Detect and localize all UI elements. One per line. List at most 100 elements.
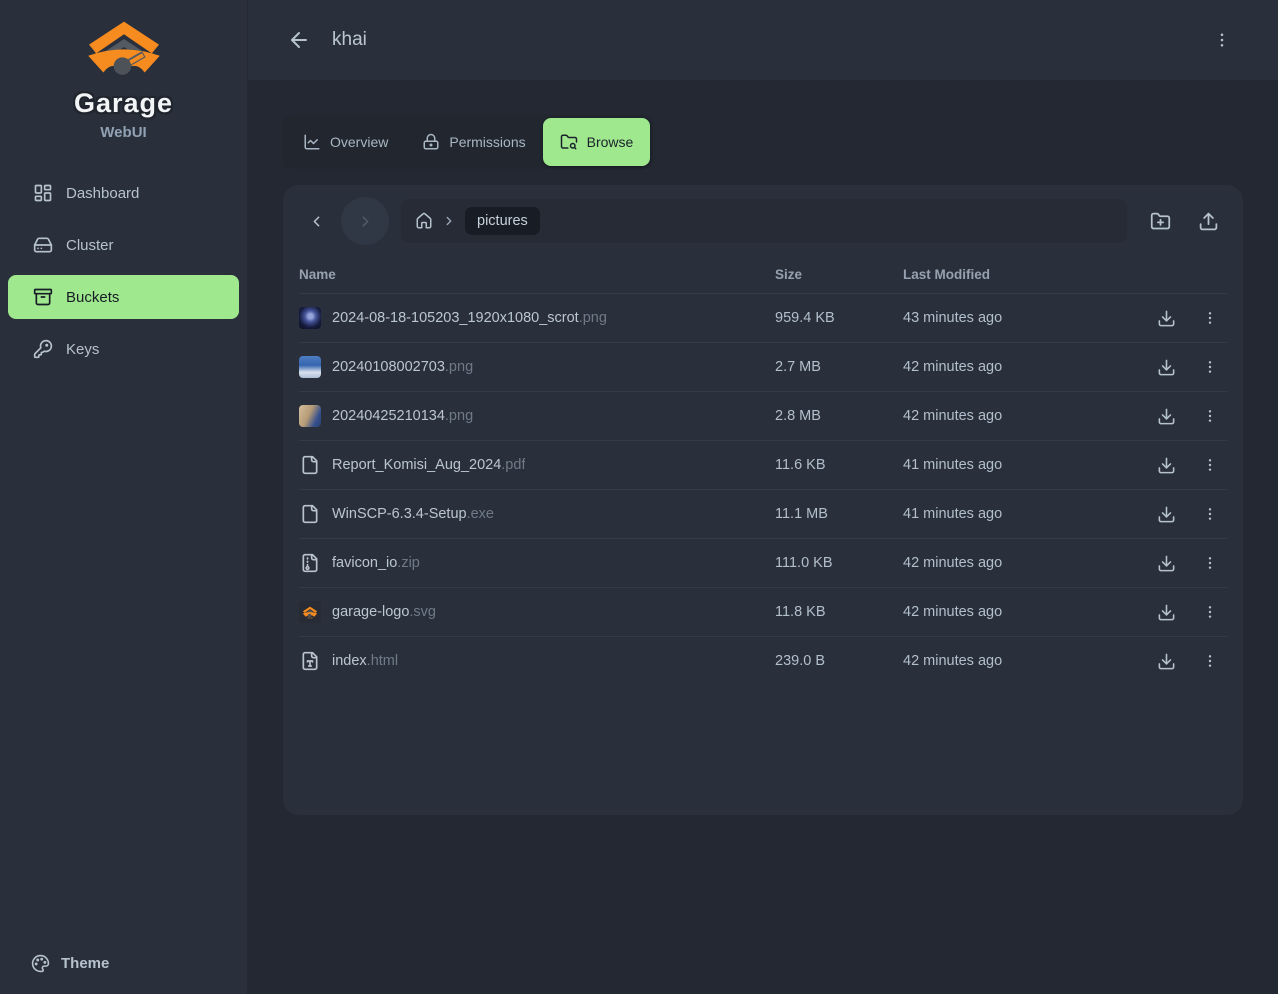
download-button[interactable] (1151, 303, 1181, 333)
file-name-wrap[interactable]: index.html (332, 653, 398, 669)
dashboard-icon (33, 183, 53, 203)
download-button[interactable] (1151, 597, 1181, 627)
tab-permissions[interactable]: Permissions (405, 118, 542, 166)
new-folder-button[interactable] (1141, 202, 1179, 240)
row-actions (1127, 597, 1227, 627)
sidebar-item-label: Cluster (66, 237, 114, 254)
row-menu-button[interactable] (1195, 303, 1225, 333)
upload-icon (1198, 211, 1219, 232)
file-name-cell: index.html (299, 650, 775, 672)
download-icon (1157, 554, 1176, 573)
breadcrumb-folder-chip[interactable]: pictures (465, 207, 540, 235)
table-row[interactable]: Garage garage-logo.svg 11.8 KB 42 minute… (299, 587, 1227, 636)
sidebar-nav: Dashboard Cluster Buckets Keys (0, 171, 247, 371)
home-icon[interactable] (415, 212, 433, 230)
file-name-cell: 20240108002703.png (299, 356, 775, 378)
file-icon-slot (299, 405, 321, 427)
row-menu-button[interactable] (1195, 450, 1225, 480)
file-icon-slot (299, 307, 321, 329)
row-actions (1127, 450, 1227, 480)
download-button[interactable] (1151, 499, 1181, 529)
download-button[interactable] (1151, 548, 1181, 578)
file-table: Name Size Last Modified 2024-08-18-10520… (299, 255, 1227, 685)
file-name-wrap[interactable]: garage-logo.svg (332, 604, 436, 620)
upload-button[interactable] (1189, 202, 1227, 240)
file-modified: 43 minutes ago (903, 310, 1127, 326)
download-button[interactable] (1151, 450, 1181, 480)
file-name-wrap[interactable]: 2024-08-18-105203_1920x1080_scrot.png (332, 310, 607, 326)
file-name-cell: WinSCP-6.3.4-Setup.exe (299, 503, 775, 525)
table-row[interactable]: WinSCP-6.3.4-Setup.exe 11.1 MB 41 minute… (299, 489, 1227, 538)
file-ext: .html (367, 653, 398, 669)
theme-label: Theme (61, 955, 109, 972)
row-menu-button[interactable] (1195, 597, 1225, 627)
table-row[interactable]: favicon_io.zip 111.0 KB 42 minutes ago (299, 538, 1227, 587)
file-name[interactable]: 20240425210134 (332, 408, 445, 424)
file-name[interactable]: favicon_io (332, 555, 397, 571)
tab-browse[interactable]: Browse (543, 118, 651, 166)
back-button[interactable] (283, 24, 315, 56)
sidebar-item-dashboard[interactable]: Dashboard (8, 171, 239, 215)
file-ext: .png (445, 408, 473, 424)
file-name-wrap[interactable]: favicon_io.zip (332, 555, 420, 571)
table-row[interactable]: Report_Komisi_Aug_2024.pdf 11.6 KB 41 mi… (299, 440, 1227, 489)
sidebar-item-buckets[interactable]: Buckets (8, 275, 239, 319)
download-button[interactable] (1151, 401, 1181, 431)
file-modified: 42 minutes ago (903, 359, 1127, 375)
sidebar-item-keys[interactable]: Keys (8, 327, 239, 371)
file-name[interactable]: garage-logo (332, 604, 409, 620)
main-area: khai Overview Permissions Browse (248, 0, 1278, 994)
file-modified: 42 minutes ago (903, 555, 1127, 571)
file-name-cell: favicon_io.zip (299, 552, 775, 574)
file-ext: .zip (397, 555, 420, 571)
theme-button[interactable]: Theme (0, 933, 247, 994)
app-subtitle: WebUI (0, 124, 247, 141)
tab-label: Browse (587, 134, 634, 150)
file-size: 2.7 MB (775, 359, 903, 375)
file-size: 959.4 KB (775, 310, 903, 326)
download-button[interactable] (1151, 352, 1181, 382)
row-menu-button[interactable] (1195, 352, 1225, 382)
kebab-menu-icon (1202, 457, 1218, 473)
file-name-wrap[interactable]: WinSCP-6.3.4-Setup.exe (332, 506, 494, 522)
garage-logo-icon (82, 20, 166, 82)
row-menu-button[interactable] (1195, 646, 1225, 676)
file-icon-slot: Garage (299, 601, 321, 623)
download-button[interactable] (1151, 646, 1181, 676)
table-row[interactable]: index.html 239.0 B 42 minutes ago (299, 636, 1227, 685)
history-forward-button[interactable] (341, 197, 389, 245)
row-menu-button[interactable] (1195, 548, 1225, 578)
file-name[interactable]: 20240108002703 (332, 359, 445, 375)
column-header-modified: Last Modified (903, 267, 1127, 282)
sidebar-item-cluster[interactable]: Cluster (8, 223, 239, 267)
file-icon-slot (299, 356, 321, 378)
file-name[interactable]: WinSCP-6.3.4-Setup (332, 506, 467, 522)
row-menu-button[interactable] (1195, 401, 1225, 431)
row-menu-button[interactable] (1195, 499, 1225, 529)
file-name-wrap[interactable]: Report_Komisi_Aug_2024.pdf (332, 457, 525, 473)
toolbar-actions (1141, 202, 1227, 240)
file-icon-slot (299, 454, 321, 476)
chevron-left-icon (308, 213, 325, 230)
kebab-menu-icon (1213, 31, 1231, 49)
tab-overview[interactable]: Overview (286, 118, 405, 166)
table-row[interactable]: 20240108002703.png 2.7 MB 42 minutes ago (299, 342, 1227, 391)
file-name-cell: Report_Komisi_Aug_2024.pdf (299, 454, 775, 476)
table-row[interactable]: 2024-08-18-105203_1920x1080_scrot.png 95… (299, 293, 1227, 342)
path-input[interactable]: pictures (401, 199, 1127, 243)
file-name-wrap[interactable]: 20240425210134.png (332, 408, 473, 424)
row-actions (1127, 352, 1227, 382)
download-icon (1157, 456, 1176, 475)
tab-label: Permissions (449, 134, 525, 150)
page-header: khai (248, 0, 1278, 80)
bucket-menu-button[interactable] (1206, 24, 1238, 56)
history-back-button[interactable] (299, 204, 333, 238)
file-size: 111.0 KB (775, 555, 903, 571)
file-name[interactable]: Report_Komisi_Aug_2024 (332, 457, 501, 473)
file-name[interactable]: 2024-08-18-105203_1920x1080_scrot (332, 310, 579, 326)
table-row[interactable]: 20240425210134.png 2.8 MB 42 minutes ago (299, 391, 1227, 440)
file-ext: .pdf (501, 457, 525, 473)
file-name[interactable]: index (332, 653, 367, 669)
download-icon (1157, 505, 1176, 524)
file-name-wrap[interactable]: 20240108002703.png (332, 359, 473, 375)
